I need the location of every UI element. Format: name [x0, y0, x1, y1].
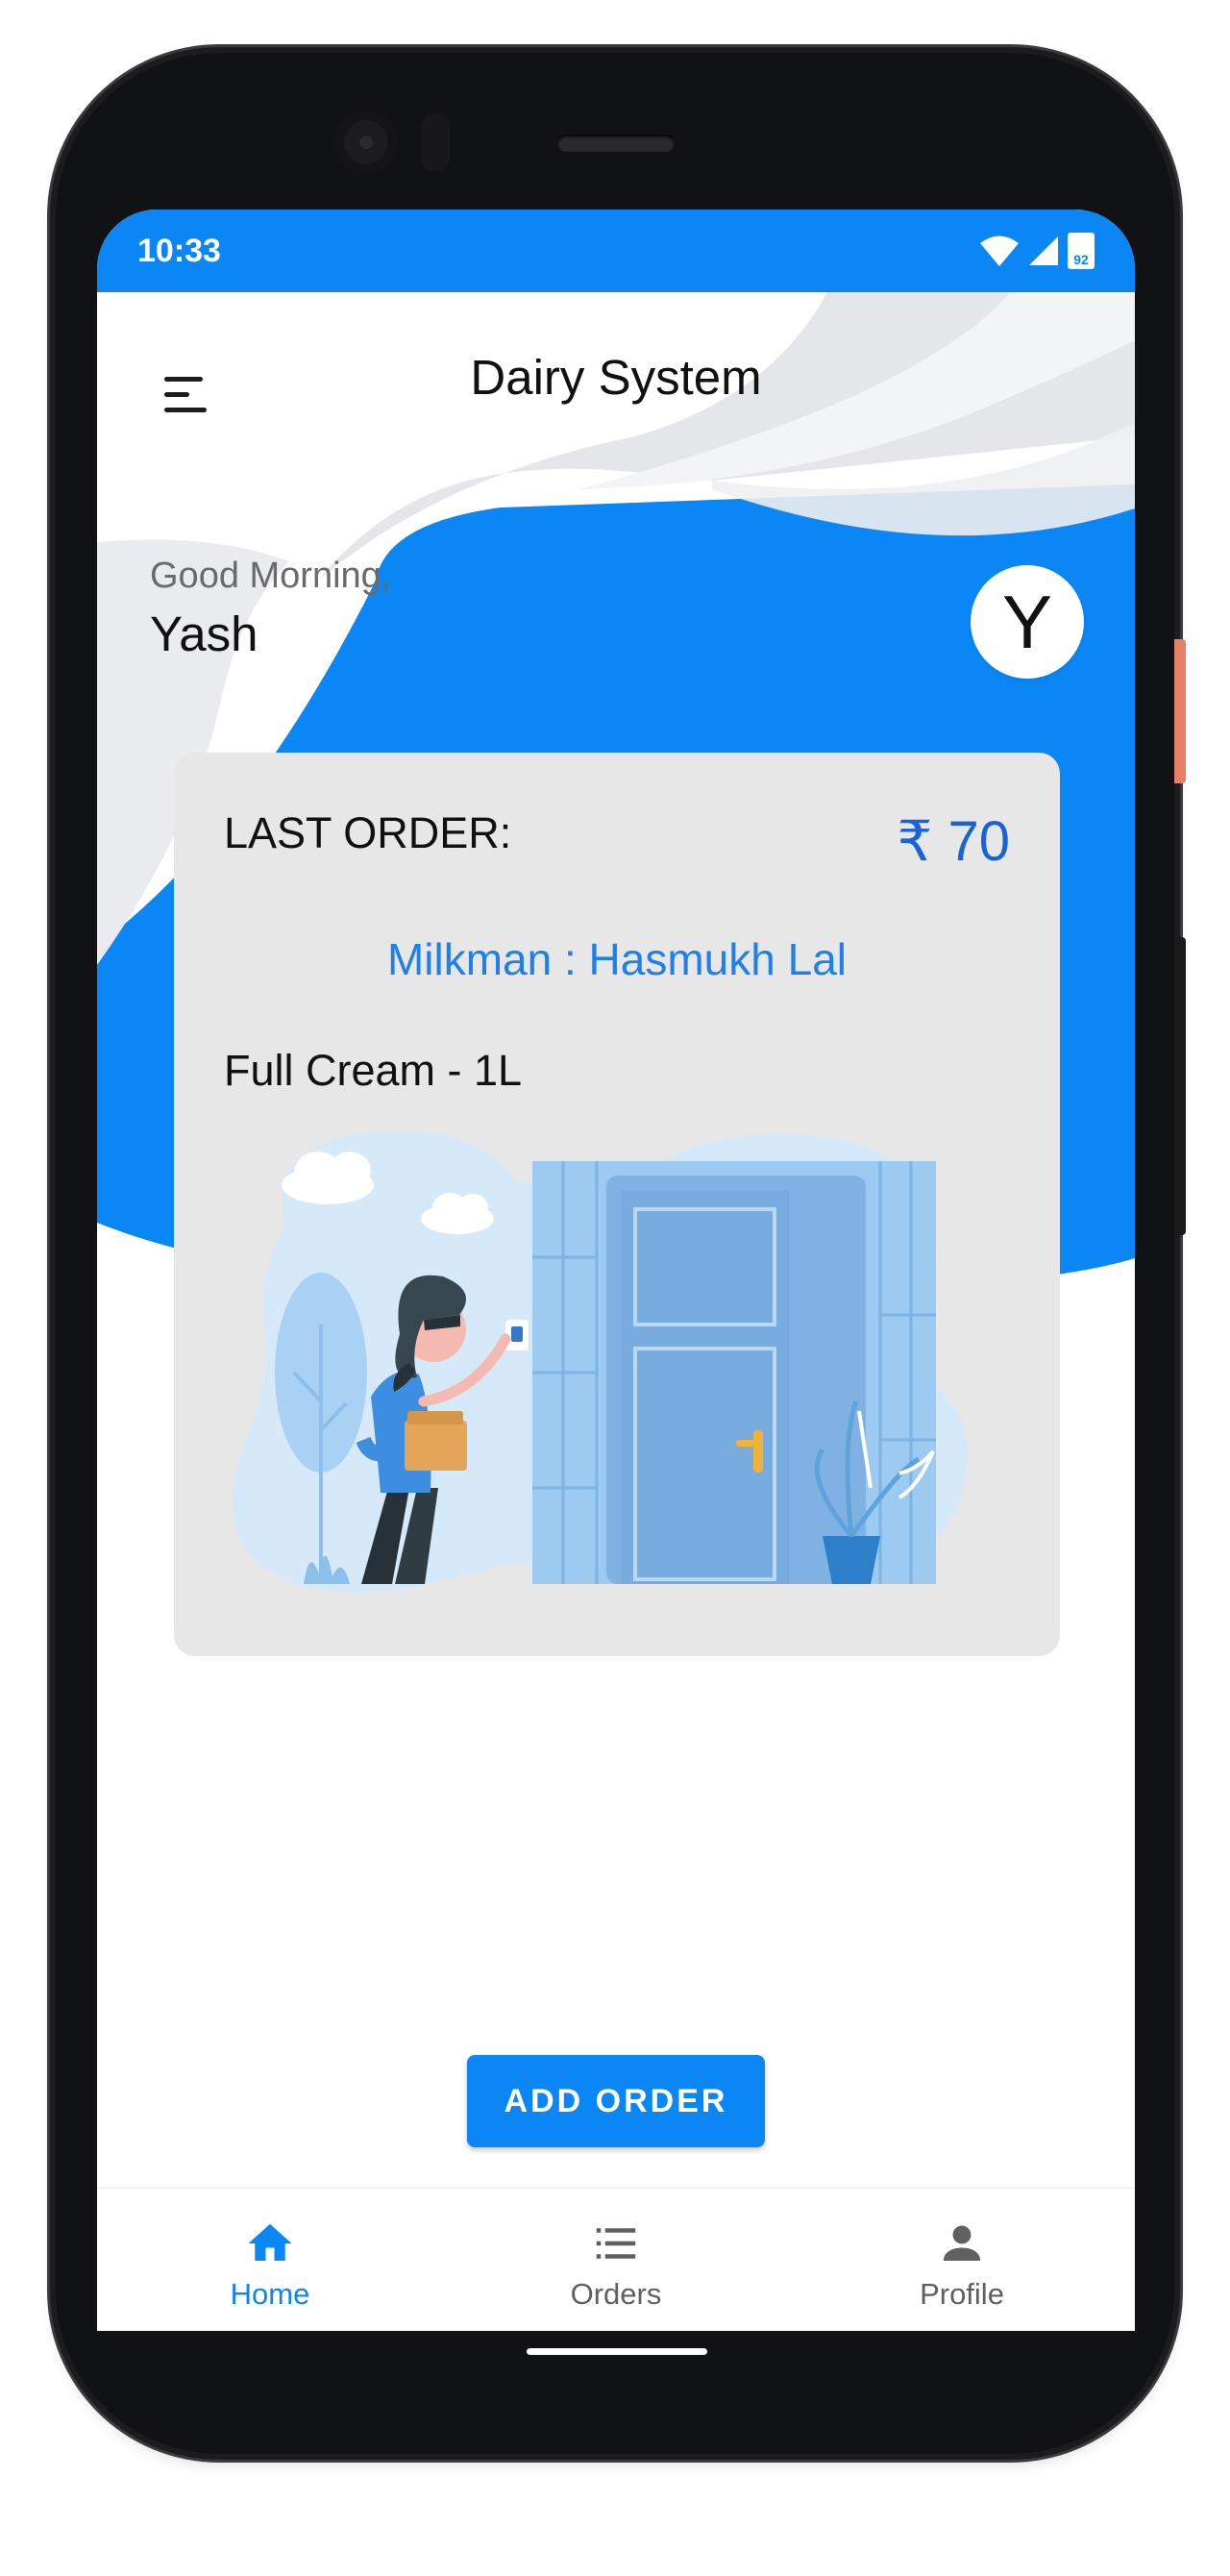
- avatar[interactable]: Y: [971, 565, 1084, 679]
- status-bar: 10:33 92: [97, 210, 1135, 292]
- greeting-text: Good Morning,: [150, 556, 392, 596]
- battery-icon: 92: [1068, 233, 1095, 269]
- nav-label-home: Home: [230, 2277, 310, 2311]
- bottom-navigation: Home Orders Profile: [97, 2188, 1135, 2331]
- nav-item-profile[interactable]: Profile: [789, 2189, 1135, 2331]
- delivery-illustration: [232, 1130, 969, 1593]
- power-button: [1174, 639, 1186, 783]
- home-icon: [248, 2223, 292, 2261]
- nav-item-orders[interactable]: Orders: [443, 2189, 789, 2331]
- last-order-label: LAST ORDER:: [224, 808, 512, 857]
- home-indicator: [527, 2348, 707, 2355]
- nav-label-profile: Profile: [920, 2277, 1004, 2311]
- order-item: Full Cream - 1L: [224, 1046, 523, 1095]
- status-time: 10:33: [137, 233, 221, 269]
- front-camera: [334, 111, 398, 174]
- app-title: Dairy System: [470, 350, 762, 405]
- add-order-button[interactable]: ADD ORDER: [467, 2055, 765, 2147]
- milkman-name: Milkman : Hasmukh Lal: [386, 934, 848, 984]
- battery-level: 92: [1073, 252, 1089, 267]
- nav-label-orders: Orders: [570, 2277, 662, 2311]
- app-screen: 10:33 92 Dairy System Good Morning, Yash…: [97, 210, 1135, 2331]
- user-name: Yash: [150, 607, 258, 661]
- signal-icon: [1029, 236, 1058, 265]
- last-order-price: ₹ 70: [897, 810, 1010, 873]
- wifi-icon: [980, 235, 1019, 266]
- volume-button: [1174, 937, 1186, 1235]
- list-icon: [596, 2228, 636, 2259]
- last-order-card[interactable]: LAST ORDER: ₹ 70 Milkman : Hasmukh Lal F…: [174, 753, 1060, 1656]
- person-icon: [943, 2225, 981, 2261]
- earpiece-speaker: [557, 135, 675, 152]
- proximity-sensor: [421, 112, 450, 172]
- nav-item-home[interactable]: Home: [97, 2189, 443, 2331]
- status-icons: 92: [979, 231, 1095, 271]
